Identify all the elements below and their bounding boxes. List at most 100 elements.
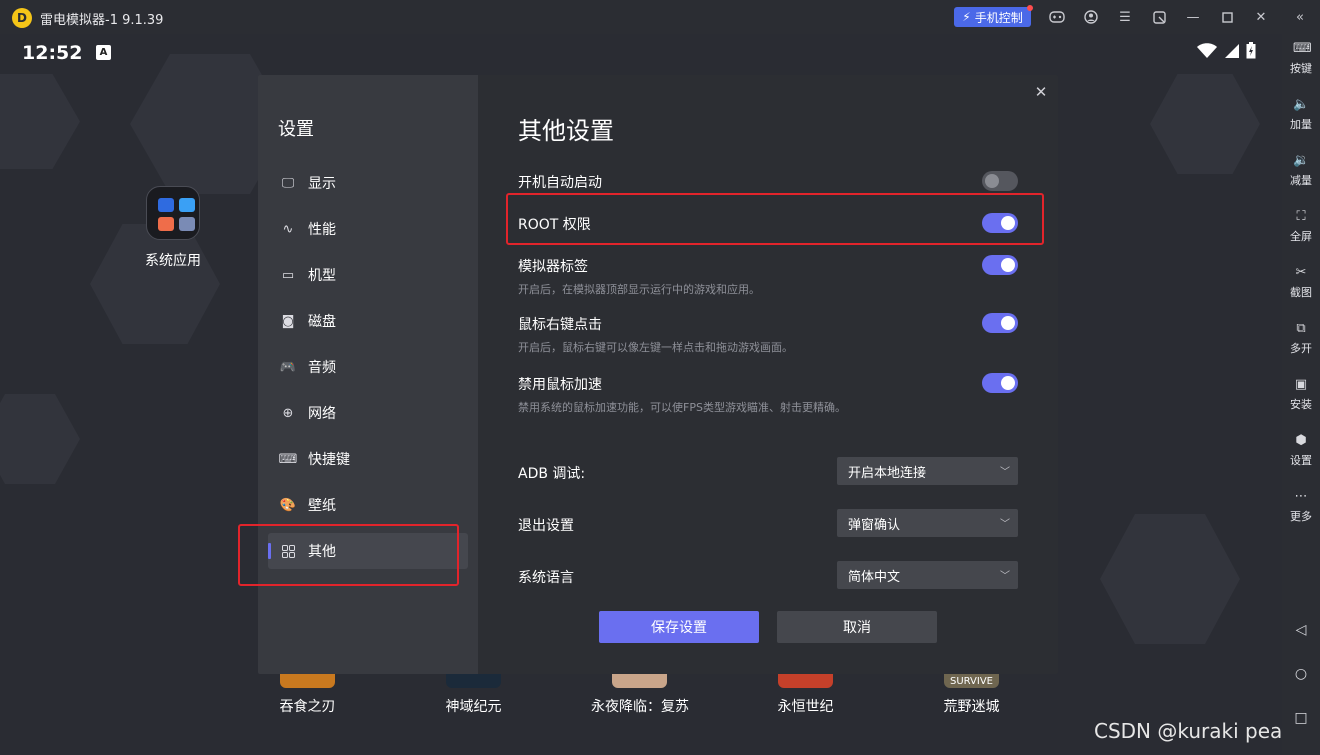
game-thumb-text: SURVIVE xyxy=(949,676,994,687)
multi-open-button[interactable]: ⧉ 多开 xyxy=(1282,322,1320,356)
panel-title: 其他设置 xyxy=(518,117,614,145)
app-logo-icon: D xyxy=(12,8,32,28)
nav-item-performance[interactable]: ∿ 性能 xyxy=(268,211,468,247)
chevron-down-icon: ﹀ xyxy=(1000,519,1010,530)
toggle-mouse-accel-label: 禁用鼠标加速 xyxy=(518,377,602,393)
settings-button[interactable]: ⬢ 设置 xyxy=(1282,434,1320,468)
menu-icon[interactable]: ☰ xyxy=(1117,9,1133,25)
mini-app-icon xyxy=(158,217,174,231)
language-value: 简体中文 xyxy=(848,569,901,585)
system-apps-folder[interactable] xyxy=(146,186,200,240)
toggle-right-click[interactable] xyxy=(982,313,1018,333)
toggle-mouse-accel[interactable] xyxy=(982,373,1018,393)
game-label[interactable]: 永夜降临：复苏 xyxy=(580,696,700,716)
volume-down-icon: 🔉 xyxy=(1293,153,1310,168)
screenshot-button[interactable]: ✂ 截图 xyxy=(1282,266,1320,300)
toggle-root-label: ROOT 权限 xyxy=(518,217,591,233)
language-label: 系统语言 xyxy=(518,570,574,586)
nav-item-display[interactable]: 🖵 显示 xyxy=(268,165,468,201)
game-label[interactable]: 永恒世纪 xyxy=(768,696,843,716)
bg-hex xyxy=(0,74,80,169)
nav-item-shortcut[interactable]: ⌨ 快捷键 xyxy=(268,441,468,477)
recents-icon[interactable]: □ xyxy=(1293,710,1309,726)
keyboard-icon: ⌨ xyxy=(1293,41,1312,56)
game-label[interactable]: 吞食之刃 xyxy=(270,696,345,716)
sidebar-label: 减量 xyxy=(1290,174,1312,187)
more-button[interactable]: ⋯ 更多 xyxy=(1282,490,1320,524)
status-icons xyxy=(1196,42,1256,59)
sidebar-label: 截图 xyxy=(1290,286,1312,299)
nav-item-wallpaper[interactable]: 🎨 壁纸 xyxy=(268,487,468,523)
home-icon[interactable]: ○ xyxy=(1293,666,1309,682)
exit-setting-label: 退出设置 xyxy=(518,518,574,534)
exit-setting-select[interactable]: 弹窗确认 ﹀ xyxy=(837,509,1018,537)
nav-item-device[interactable]: ▭ 机型 xyxy=(268,257,468,293)
user-icon[interactable] xyxy=(1083,9,1099,25)
nav-item-disk[interactable]: ◙ 磁盘 xyxy=(268,303,468,339)
emulator-window: D 雷电模拟器-1 9.1.39 ⚡ 手机控制 ☰ — ✕ « 12:52 A … xyxy=(0,0,1320,755)
minimize-icon[interactable]: — xyxy=(1185,9,1201,25)
nav-label: 磁盘 xyxy=(308,314,336,330)
nav-item-network[interactable]: ⊕ 网络 xyxy=(268,395,468,431)
gamepad-icon[interactable] xyxy=(1049,9,1065,25)
chevron-down-icon: ﹀ xyxy=(1000,571,1010,582)
watermark: CSDN @kuraki peaf xyxy=(1094,719,1290,743)
disk-icon: ◙ xyxy=(281,313,295,329)
shortcut-icon: ⌨ xyxy=(278,451,298,467)
dialog-close-icon[interactable]: ✕ xyxy=(1033,84,1049,100)
volume-down-button[interactable]: 🔉 减量 xyxy=(1282,154,1320,188)
app-title: 雷电模拟器-1 9.1.39 xyxy=(40,13,164,28)
performance-icon: ∿ xyxy=(282,221,294,237)
toggle-root[interactable] xyxy=(982,213,1018,233)
mini-app-icon xyxy=(179,198,195,212)
volume-up-button[interactable]: 🔈 加量 xyxy=(1282,98,1320,132)
status-clock: 12:52 xyxy=(22,42,83,64)
exit-setting-value: 弹窗确认 xyxy=(848,517,901,533)
device-icon: ▭ xyxy=(281,267,295,283)
adb-select[interactable]: 开启本地连接 ﹀ xyxy=(837,457,1018,485)
globe-icon: ⊕ xyxy=(282,405,294,421)
language-select[interactable]: 简体中文 ﹀ xyxy=(837,561,1018,589)
game-label[interactable]: 荒野迷城 xyxy=(934,696,1009,716)
adb-select-value: 开启本地连接 xyxy=(848,465,927,481)
nav-item-audio[interactable]: 🎮 音频 xyxy=(268,349,468,385)
signal-icon xyxy=(1225,43,1239,58)
maximize-icon[interactable] xyxy=(1219,9,1235,25)
lightning-icon: ⚡ xyxy=(962,10,971,24)
popout-icon[interactable] xyxy=(1151,9,1167,25)
nav-label: 网络 xyxy=(308,406,336,422)
save-button[interactable]: 保存设置 xyxy=(599,611,759,643)
sidebar-label: 按键 xyxy=(1290,62,1312,75)
toggle-tabs[interactable] xyxy=(982,255,1018,275)
scissors-icon: ✂ xyxy=(1295,265,1307,280)
fullscreen-icon: ⛶ xyxy=(1296,209,1306,224)
phone-control-button[interactable]: ⚡ 手机控制 xyxy=(954,5,1033,27)
game-label[interactable]: 神域纪元 xyxy=(436,696,511,716)
more-icon: ⋯ xyxy=(1294,489,1308,504)
toggle-right-click-desc: 开启后，鼠标右键可以像左键一样点击和拖动游戏画面。 xyxy=(518,341,793,354)
multi-open-icon: ⧉ xyxy=(1296,321,1306,336)
nav-label: 机型 xyxy=(308,268,336,284)
settings-nav-title: 设置 xyxy=(278,119,314,140)
nav-label: 性能 xyxy=(308,222,336,238)
close-icon[interactable]: ✕ xyxy=(1253,9,1269,25)
monitor-icon: 🖵 xyxy=(281,175,295,191)
bg-hex xyxy=(0,394,80,484)
keymap-button[interactable]: ⌨ 按键 xyxy=(1282,42,1320,76)
fullscreen-button[interactable]: ⛶ 全屏 xyxy=(1282,210,1320,244)
sidebar-label: 设置 xyxy=(1290,454,1312,467)
system-apps-label: 系统应用 xyxy=(145,253,201,269)
toggle-tabs-desc: 开启后，在模拟器顶部显示运行中的游戏和应用。 xyxy=(518,283,760,296)
sidebar-label: 加量 xyxy=(1290,118,1312,131)
toggle-autostart-label: 开机自动启动 xyxy=(518,175,602,191)
install-button[interactable]: ▣ 安装 xyxy=(1282,378,1320,412)
wifi-icon xyxy=(1197,42,1217,58)
settings-icon: ⬢ xyxy=(1295,433,1307,448)
back-icon[interactable]: ◁ xyxy=(1293,622,1309,638)
nav-item-other[interactable]: 其他 xyxy=(268,533,468,569)
collapse-icon[interactable]: « xyxy=(1292,9,1308,25)
cancel-button[interactable]: 取消 xyxy=(777,611,937,643)
mini-app-icon xyxy=(158,198,174,212)
toggle-autostart[interactable] xyxy=(982,171,1018,191)
grid-icon xyxy=(280,543,296,559)
